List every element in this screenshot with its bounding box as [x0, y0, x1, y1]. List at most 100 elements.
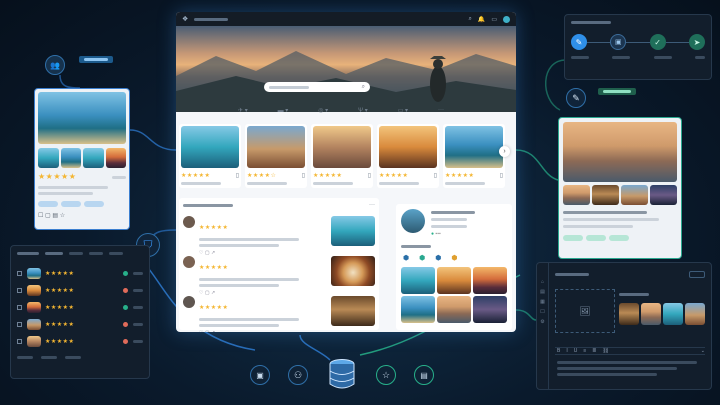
search-icon[interactable]: ⌕ [468, 16, 471, 23]
thumbnail[interactable] [641, 303, 661, 325]
destination-card[interactable]: ★★★★★ ▯ [179, 124, 241, 188]
profile-panel: ● ▪▪▪ ⬢ ⬢ ⬢ ⬢ [396, 204, 512, 330]
image-icon[interactable]: ▣ [250, 365, 270, 385]
thumbnail[interactable] [619, 303, 639, 325]
gallery-photo[interactable] [401, 267, 435, 294]
bookmark-icon[interactable]: ▯ [236, 172, 239, 179]
review-item[interactable]: ★★★★★ ♡ ▢ ↗ [183, 256, 375, 296]
chat-icon[interactable]: ▭ [491, 16, 497, 23]
destination-card[interactable]: ★★★★★ ▯ [311, 124, 373, 188]
bookmark-icon[interactable]: ▯ [302, 172, 305, 179]
status-badge [598, 88, 636, 95]
pen-icon[interactable]: ✎ [571, 34, 587, 50]
avatar[interactable] [503, 15, 510, 23]
badge-row: ⬢ ⬢ ⬢ ⬢ [401, 254, 507, 262]
bookmark-icon[interactable]: ▯ [500, 172, 503, 179]
row-checkbox[interactable] [17, 271, 22, 276]
editor-panel: ⌂ ▤ ▦ ☐ ⚙ 🖼 B I U ≡ ≣ ⛓ ⌄ [536, 262, 712, 390]
bookmark-icon[interactable]: ▯ [434, 172, 437, 179]
more-icon[interactable]: ··· [438, 107, 444, 113]
row-checkbox[interactable] [17, 305, 22, 310]
gallery-photo[interactable] [437, 296, 471, 323]
bell-icon[interactable]: 🔔 [478, 16, 485, 23]
row-checkbox[interactable] [17, 322, 22, 327]
send-icon[interactable]: ➤ [688, 34, 705, 50]
thumbnail[interactable] [663, 303, 683, 325]
database-icon[interactable] [328, 358, 356, 392]
upload-image-dropzone[interactable]: 🖼 [555, 289, 615, 333]
gallery-photo[interactable] [473, 267, 507, 294]
check-icon[interactable]: ✓ [649, 34, 666, 50]
preview-photo [563, 122, 677, 182]
format-toolbar: B I U ≡ ≣ ⛓ ⌄ [555, 347, 705, 355]
rating-stars: ★★★★★ [45, 270, 75, 277]
row-checkbox[interactable] [17, 339, 22, 344]
car-icon[interactable]: ▭ ▾ [398, 107, 408, 114]
bed-icon[interactable]: ▬ ▾ [278, 107, 289, 114]
status-dot [123, 288, 128, 293]
tag-badge [79, 56, 113, 63]
thumbnail[interactable] [685, 303, 705, 325]
destination-detail-card[interactable] [558, 117, 682, 259]
listing-table-panel: ★★★★★ ★★★★★ ★★★★★ ★★★★★ ★★★★★ [10, 245, 150, 379]
table-row[interactable]: ★★★★★ [17, 265, 143, 282]
review-item[interactable]: ★★★★★ ♡ ▢ ↗ [183, 216, 375, 256]
destination-preview-card[interactable]: ★★★★★ ☐ ▢ ▤ ☆ [34, 88, 130, 230]
main-app-window: ❖ ⌕ 🔔 ▭ ⌕ ✈ ▾ ▬ ▾ ◎ ▾ Ψ ▾ ▭ ▾ ··· ★★★★★ … [176, 12, 516, 332]
gallery-photo[interactable] [437, 267, 471, 294]
status-dot [123, 339, 128, 344]
tag-chip[interactable] [563, 235, 583, 241]
avatar [183, 216, 195, 228]
hero-banner: ⌕ [176, 26, 516, 112]
row-checkbox[interactable] [17, 288, 22, 293]
review-photo[interactable] [331, 216, 375, 246]
dropdown[interactable] [689, 271, 705, 278]
tag-chip[interactable] [609, 235, 629, 241]
rating-stars: ★★★★★ [379, 172, 409, 179]
status-dot [123, 322, 128, 327]
plane-icon[interactable]: ✈ ▾ [238, 107, 248, 114]
title-bar: ❖ ⌕ 🔔 ▭ [176, 12, 516, 26]
review-photo[interactable] [331, 296, 375, 326]
destination-cards: ★★★★★ ▯ ★★★★☆ ▯ ★★★★★ ▯ ★★★★★ ▯ ★★★★★ ▯ [179, 124, 505, 188]
editor-sidebar: ⌂ ▤ ▦ ☐ ⚙ [537, 263, 549, 389]
tag-chip[interactable] [586, 235, 606, 241]
dining-icon[interactable]: Ψ ▾ [358, 107, 368, 114]
rating-stars: ★★★★★ [45, 338, 75, 345]
tag-chip[interactable] [84, 201, 104, 207]
camera-icon[interactable]: ◎ ▾ [318, 107, 328, 114]
destination-card[interactable]: ★★★★★ ▯ [443, 124, 505, 188]
rating-stars: ★★★★★ [445, 172, 475, 179]
bold-icon[interactable]: B [557, 348, 560, 354]
edit-icon: ✎ [566, 88, 586, 108]
italic-icon[interactable]: I [566, 348, 567, 354]
document-icon[interactable]: ▤ [414, 365, 434, 385]
users-icon: 👥 [45, 55, 65, 75]
app-logo-icon: ❖ [182, 16, 189, 23]
next-arrow-icon[interactable]: › [499, 146, 510, 157]
table-row[interactable]: ★★★★★ [17, 316, 143, 333]
reviews-panel: ··· ★★★★★ ♡ ▢ ↗ ★★★★★ ♡ ▢ ↗ ★★★★★ [179, 198, 379, 332]
image-icon[interactable]: ▣ [610, 34, 627, 50]
gallery-photo[interactable] [401, 296, 435, 323]
underline-icon[interactable]: U [574, 348, 578, 354]
destination-card[interactable]: ★★★★☆ ▯ [245, 124, 307, 188]
tag-chip[interactable] [61, 201, 81, 207]
table-row[interactable]: ★★★★★ [17, 299, 143, 316]
table-row[interactable]: ★★★★★ [17, 333, 143, 350]
search-input[interactable]: ⌕ [264, 82, 370, 92]
tag-chip[interactable] [38, 201, 58, 207]
star-icon[interactable]: ☆ [376, 365, 396, 385]
user-icon[interactable]: ⚇ [288, 365, 308, 385]
destination-card[interactable]: ★★★★★ ▯ [377, 124, 439, 188]
review-item[interactable]: ★★★★★ ♡ ▢ ↗ [183, 296, 375, 332]
bookmark-icon[interactable]: ▯ [368, 172, 371, 179]
rating-stars: ★★★★★ [181, 172, 211, 179]
table-row[interactable]: ★★★★★ [17, 282, 143, 299]
gallery-photo[interactable] [473, 296, 507, 323]
badge-icon: ⬢ [451, 255, 458, 262]
profile-avatar[interactable] [401, 209, 425, 233]
avatar [183, 256, 195, 268]
review-photo[interactable] [331, 256, 375, 286]
verified-icon: ● ▪▪▪ [431, 231, 441, 237]
